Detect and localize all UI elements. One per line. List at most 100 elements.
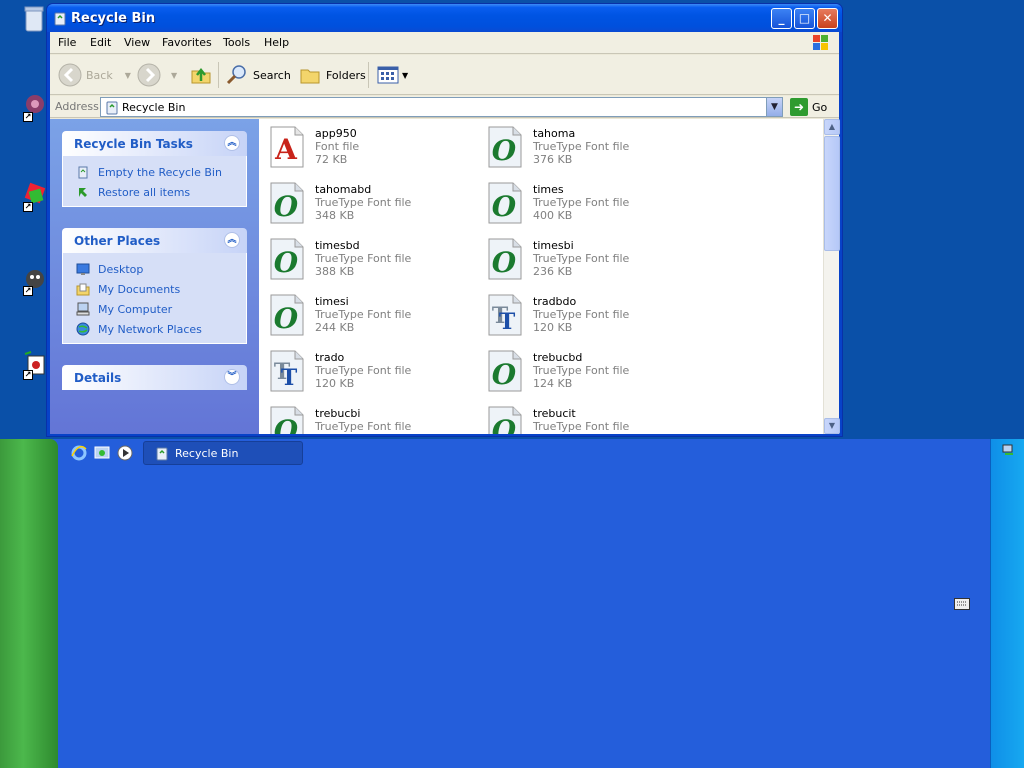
file-item[interactable]: Otimes TrueType Font file 400 KB: [487, 177, 697, 227]
menu-file[interactable]: File: [58, 36, 76, 49]
file-size: 72 KB: [315, 153, 348, 166]
maximize-button[interactable]: □: [794, 8, 815, 29]
folders-button[interactable]: Folders: [298, 63, 366, 87]
folders-label: Folders: [326, 68, 366, 82]
media-player-icon[interactable]: [116, 444, 134, 462]
file-item[interactable]: Otahoma TrueType Font file 376 KB: [487, 121, 697, 171]
file-size: 244 KB: [315, 321, 355, 334]
panel-body: Desktop My Documents My Computer My Netw…: [62, 253, 247, 344]
file-type: TrueType Font file: [315, 420, 412, 433]
start-button[interactable]: [0, 439, 58, 768]
file-item[interactable]: Aapp950 Font file 72 KB: [269, 121, 479, 171]
opentype-font-icon: O: [269, 293, 305, 337]
back-arrow-icon: [58, 63, 82, 87]
place-desktop-link[interactable]: Desktop: [63, 259, 246, 279]
menu-favorites[interactable]: Favorites: [162, 36, 212, 49]
empty-recycle-bin-icon: [75, 164, 91, 180]
title-bar[interactable]: Recycle Bin _ □ ✕: [47, 4, 842, 32]
chevron-down-icon[interactable]: ▼: [402, 71, 408, 80]
forward-button[interactable]: ▼: [137, 63, 177, 87]
file-type: TrueType Font file: [533, 252, 630, 265]
my-computer-icon: [75, 301, 91, 317]
menu-help[interactable]: Help: [264, 36, 289, 49]
panel-header[interactable]: Other Places ︽: [62, 228, 247, 253]
file-size: 120 KB: [315, 377, 355, 390]
file-type: Font file: [315, 140, 360, 153]
up-folder-button[interactable]: [189, 63, 213, 87]
file-name: times: [533, 183, 564, 196]
restore-all-items-link[interactable]: Restore all items: [63, 182, 246, 202]
desktop-recycle-bin-icon[interactable]: [21, 5, 47, 35]
desktop-shortcut-icon[interactable]: ↗: [21, 92, 47, 122]
taskbar-button-recycle-bin[interactable]: Recycle Bin: [143, 441, 303, 465]
file-item[interactable]: Otimesbi TrueType Font file 236 KB: [487, 233, 697, 283]
collapse-chevron-icon[interactable]: ︽: [224, 232, 240, 248]
file-item[interactable]: Otrebucbi TrueType Font file: [269, 401, 479, 434]
desktop-shortcut-icon[interactable]: ↗: [21, 350, 47, 380]
internet-explorer-icon[interactable]: [70, 444, 88, 462]
desktop-icon: [75, 261, 91, 277]
place-my-documents-label: My Documents: [98, 282, 181, 296]
expand-chevron-icon[interactable]: ︾: [224, 369, 240, 385]
chevron-down-icon[interactable]: ▼: [125, 71, 131, 80]
panel-body: Empty the Recycle Bin Restore all items: [62, 156, 247, 207]
file-name: tradbdo: [533, 295, 577, 308]
svg-text:O: O: [492, 414, 517, 434]
file-item[interactable]: Otimesbd TrueType Font file 388 KB: [269, 233, 479, 283]
vertical-scrollbar[interactable]: ▲ ▼: [823, 119, 840, 434]
file-size: 388 KB: [315, 265, 355, 278]
menu-edit[interactable]: Edit: [90, 36, 111, 49]
keyboard-icon[interactable]: [954, 598, 970, 610]
opentype-font-icon: O: [269, 405, 305, 434]
panel-header[interactable]: Recycle Bin Tasks ︽: [62, 131, 247, 156]
place-my-documents-link[interactable]: My Documents: [63, 279, 246, 299]
address-input[interactable]: Recycle Bin ▼: [100, 97, 783, 117]
go-button[interactable]: ➜ Go: [790, 98, 827, 116]
back-label: Back: [86, 68, 113, 82]
menu-tools[interactable]: Tools: [223, 36, 250, 49]
file-size: 120 KB: [533, 321, 573, 334]
desktop-shortcut-icon[interactable]: ↗: [21, 266, 47, 296]
address-dropdown-button[interactable]: ▼: [766, 98, 782, 116]
place-my-computer-link[interactable]: My Computer: [63, 299, 246, 319]
file-list-view[interactable]: Aapp950 Font file 72 KB Otahoma TrueType Fon…: [259, 119, 823, 434]
views-button[interactable]: ▼: [376, 63, 408, 87]
chevron-down-icon: ▼: [771, 102, 778, 112]
empty-recycle-bin-link[interactable]: Empty the Recycle Bin: [63, 162, 246, 182]
svg-text:A: A: [274, 133, 298, 166]
network-tray-icon[interactable]: [1001, 443, 1015, 457]
collapse-chevron-icon[interactable]: ︽: [224, 135, 240, 151]
close-button[interactable]: ✕: [817, 8, 838, 29]
menu-view[interactable]: View: [124, 36, 150, 49]
file-item[interactable]: Otrebucbd TrueType Font file 124 KB: [487, 345, 697, 395]
file-item[interactable]: T T trado TrueType Font file 120 KB: [269, 345, 479, 395]
desktop-shortcut-icon[interactable]: ↗: [21, 182, 47, 212]
up-folder-icon: [191, 67, 211, 84]
svg-text:O: O: [274, 302, 299, 335]
taskbar: Recycle Bin: [0, 439, 1024, 768]
panel-title: Recycle Bin Tasks: [74, 137, 193, 151]
scroll-thumb[interactable]: [824, 136, 840, 251]
panel-header[interactable]: Details ︾: [62, 365, 247, 390]
truetype-font-icon: TT: [269, 349, 305, 393]
search-button[interactable]: Search: [225, 63, 291, 87]
file-name: trebucbi: [315, 407, 361, 420]
place-my-network-places-link[interactable]: My Network Places: [63, 319, 246, 339]
file-item[interactable]: Otahomabd TrueType Font file 348 KB: [269, 177, 479, 227]
minimize-button[interactable]: _: [771, 8, 792, 29]
file-item[interactable]: Otimesi TrueType Font file 244 KB: [269, 289, 479, 339]
forward-arrow-icon: [137, 63, 161, 87]
toolbar-separator: [218, 62, 219, 88]
show-desktop-icon[interactable]: [93, 444, 111, 462]
file-size: 348 KB: [315, 209, 355, 222]
scroll-up-button[interactable]: ▲: [824, 119, 840, 135]
file-name: app950: [315, 127, 357, 140]
chevron-down-icon[interactable]: ▼: [171, 71, 177, 80]
scroll-down-button[interactable]: ▼: [824, 418, 840, 434]
truetype-font-icon: TT: [487, 293, 523, 337]
back-button[interactable]: Back ▼: [58, 63, 131, 87]
file-type: TrueType Font file: [315, 364, 412, 377]
recycle-bin-tasks-panel: Recycle Bin Tasks ︽ Empty the Recycle Bi…: [62, 131, 247, 207]
file-item[interactable]: Otrebucit TrueType Font file: [487, 401, 697, 434]
file-item[interactable]: T T tradbdo TrueType Font file 120 KB: [487, 289, 697, 339]
